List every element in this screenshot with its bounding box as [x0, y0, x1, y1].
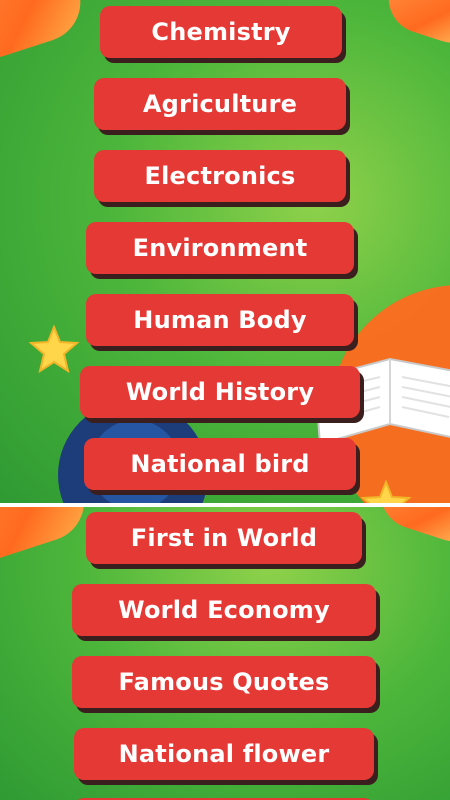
- category-button-world-economy[interactable]: World Economy: [72, 584, 376, 636]
- category-button-environment[interactable]: Environment: [86, 222, 354, 274]
- category-button-world-history[interactable]: World History: [80, 366, 360, 418]
- decor-orange-blob: [379, 0, 450, 52]
- category-button-national-flower[interactable]: National flower: [74, 728, 374, 780]
- star-icon: [360, 480, 412, 503]
- category-button-agriculture[interactable]: Agriculture: [94, 78, 346, 130]
- category-button-first-in-world[interactable]: First in World: [86, 512, 362, 564]
- decor-orange-blob: [371, 507, 450, 551]
- category-panel-top: Chemistry Agriculture Electronics Enviro…: [0, 0, 450, 503]
- category-button-national-bird[interactable]: National bird: [84, 438, 356, 490]
- decor-orange-blob: [0, 0, 91, 68]
- category-button-human-body[interactable]: Human Body: [86, 294, 354, 346]
- star-icon: [28, 325, 80, 374]
- category-button-famous-quotes[interactable]: Famous Quotes: [72, 656, 376, 708]
- decor-orange-blob: [0, 507, 95, 571]
- category-panel-bottom: First in World World Economy Famous Quot…: [0, 507, 450, 800]
- category-button-chemistry[interactable]: Chemistry: [100, 6, 342, 58]
- category-button-electronics[interactable]: Electronics: [94, 150, 346, 202]
